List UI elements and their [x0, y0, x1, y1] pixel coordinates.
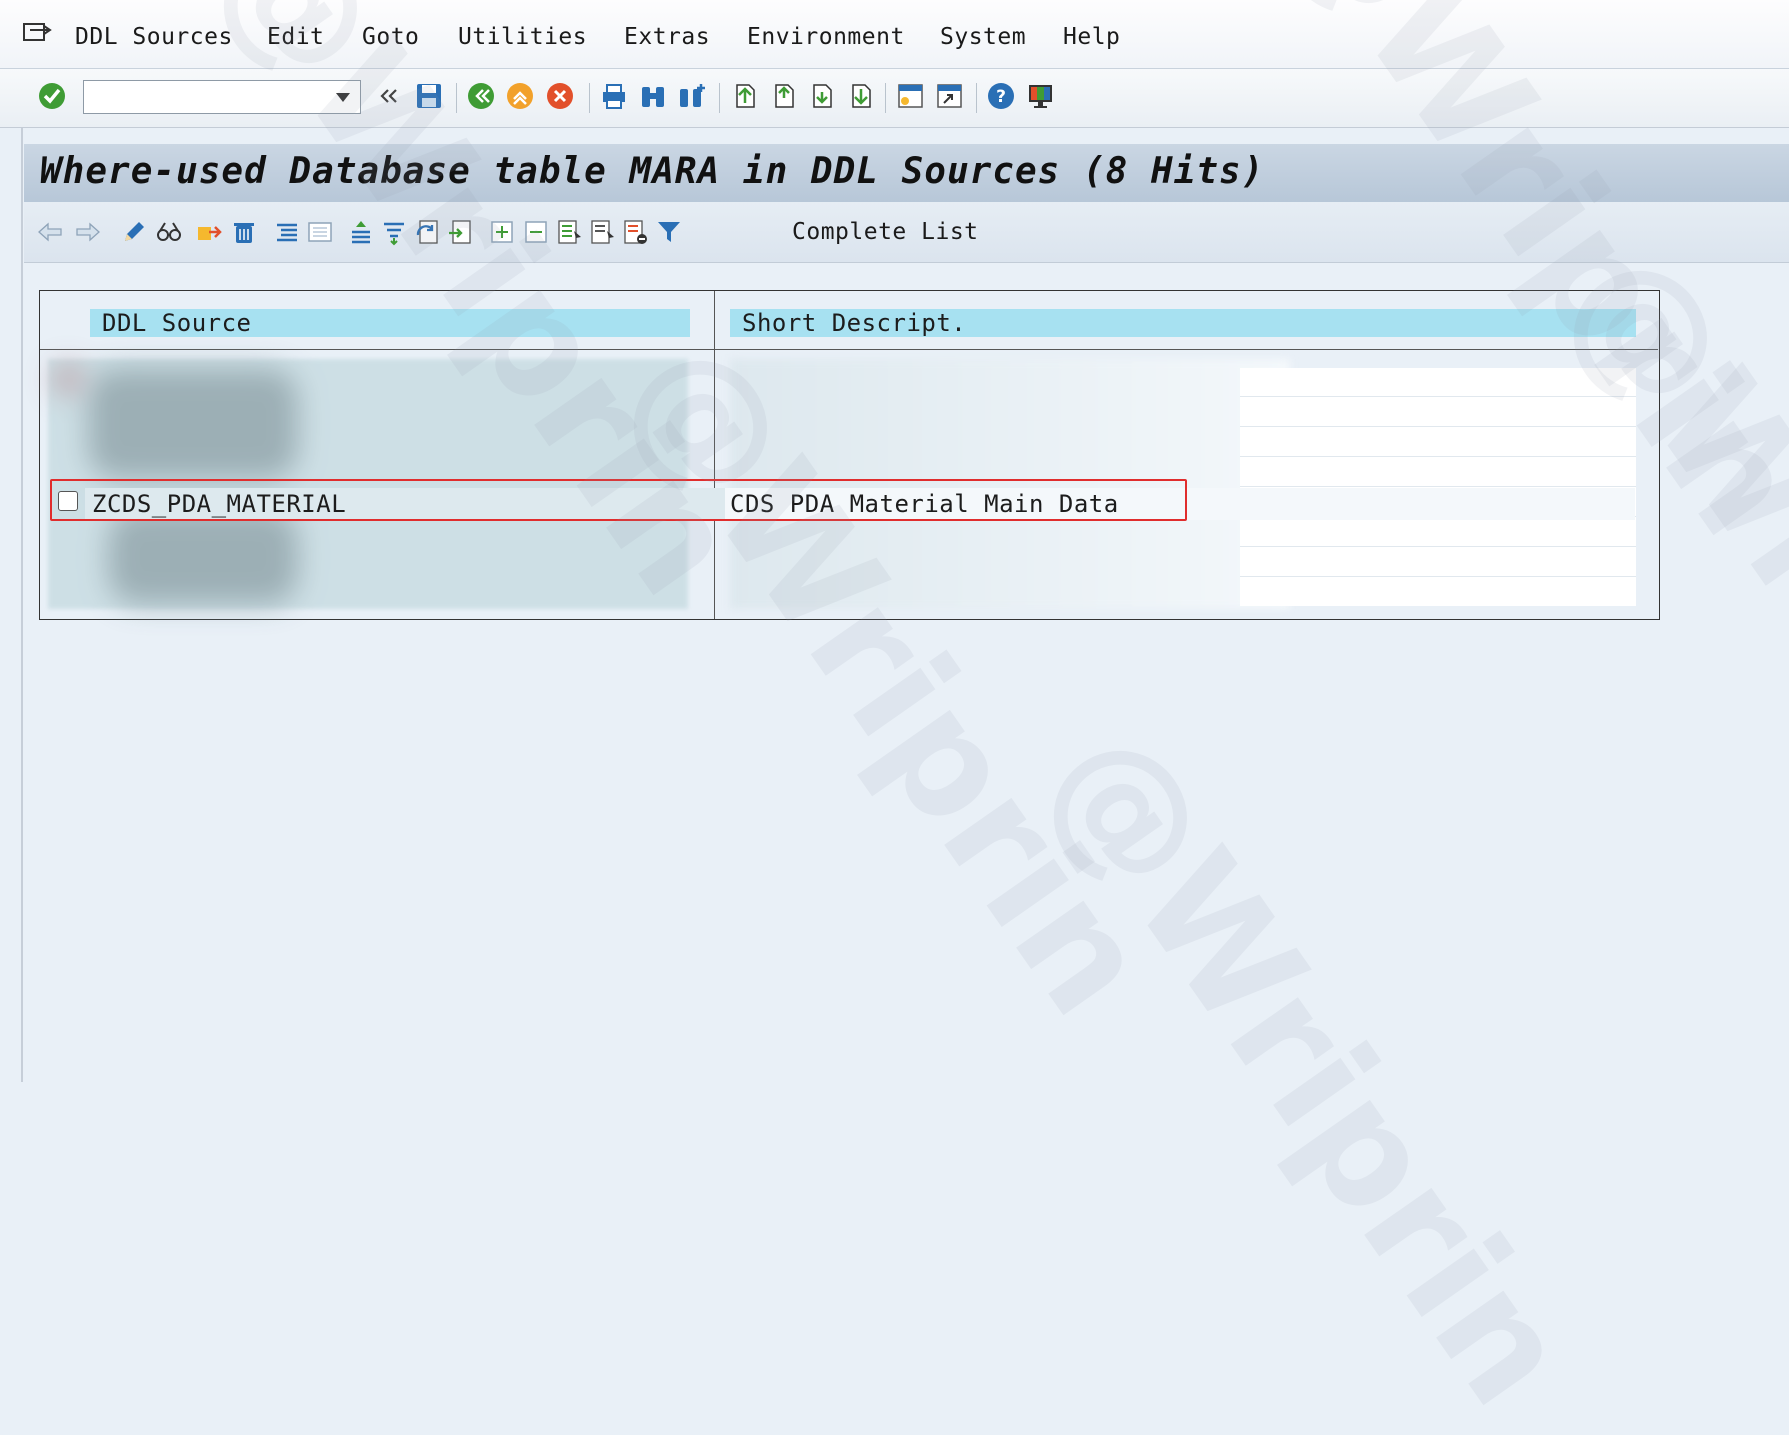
list-indent-icon[interactable]	[272, 217, 302, 247]
last-page-icon[interactable]	[845, 81, 875, 111]
shortcut-icon[interactable]	[934, 81, 964, 111]
arrow-left-icon[interactable]	[36, 217, 66, 247]
back-icon[interactable]	[466, 81, 496, 111]
previous-page-icon[interactable]	[768, 81, 798, 111]
chevron-down-icon[interactable]	[336, 93, 350, 102]
refresh-icon[interactable]	[412, 217, 442, 247]
find-next-icon[interactable]	[677, 81, 707, 111]
exit-icon[interactable]	[505, 81, 535, 111]
filter-list-icon[interactable]	[379, 217, 409, 247]
first-page-icon[interactable]	[729, 81, 759, 111]
page-title: Where-used Database table MARA in DDL So…	[40, 151, 1265, 192]
filter-icon[interactable]	[654, 217, 684, 247]
column-header-short-description[interactable]: Short Descript.	[730, 309, 1636, 337]
next-page-icon[interactable]	[806, 81, 836, 111]
menu-edit[interactable]: Edit	[267, 24, 324, 50]
svg-text:?: ?	[996, 87, 1006, 107]
help-icon[interactable]: ?	[986, 81, 1016, 111]
trash-icon[interactable]	[229, 217, 259, 247]
deselect-all-icon[interactable]	[620, 217, 650, 247]
arrow-right-icon[interactable]	[72, 217, 102, 247]
title-bar: Where-used Database table MARA in DDL So…	[24, 144, 1789, 202]
cancel-icon[interactable]	[545, 81, 575, 111]
complete-list-button[interactable]: Complete List	[792, 219, 979, 245]
watermark: @Wriprin	[1014, 698, 1604, 1435]
grid-empty-area	[1240, 368, 1636, 606]
export-icon[interactable]	[445, 217, 475, 247]
menu-goto[interactable]: Goto	[362, 24, 419, 50]
results-grid: DDL Source Short Descript. ZCDS_PDA_MATE…	[39, 290, 1660, 620]
enter-icon[interactable]	[37, 81, 67, 111]
save-icon[interactable]	[414, 81, 444, 111]
back-double-chevron-icon[interactable]	[376, 81, 406, 111]
menu-help[interactable]: Help	[1063, 24, 1120, 50]
copy-object-icon[interactable]	[194, 217, 224, 247]
column-divider	[714, 291, 715, 619]
left-border	[21, 128, 23, 1082]
command-field-input[interactable]	[88, 84, 322, 112]
print-icon[interactable]	[599, 81, 629, 111]
column-header-ddl-source[interactable]: DDL Source	[90, 309, 690, 337]
collapse-icon[interactable]	[521, 217, 551, 247]
menu-utilities[interactable]: Utilities	[458, 24, 587, 50]
command-field[interactable]	[83, 80, 361, 114]
application-toolbar: Complete List	[24, 202, 1789, 263]
list-detail-icon[interactable]	[305, 217, 335, 247]
menu-icon[interactable]	[22, 22, 52, 46]
select-all-icon[interactable]	[554, 217, 584, 247]
customize-layout-icon[interactable]	[1025, 81, 1055, 111]
find-icon[interactable]	[638, 81, 668, 111]
menu-bar: DDL Sources Edit Goto Utilities Extras E…	[0, 0, 1789, 69]
header-divider	[40, 349, 1658, 350]
highlight-box	[50, 479, 1187, 521]
select-block-icon[interactable]	[587, 217, 617, 247]
display-glasses-icon[interactable]	[154, 217, 184, 247]
menu-environment[interactable]: Environment	[747, 24, 905, 50]
create-session-icon[interactable]	[895, 81, 925, 111]
menu-system[interactable]: System	[940, 24, 1026, 50]
menu-extras[interactable]: Extras	[624, 24, 710, 50]
expand-icon[interactable]	[487, 217, 517, 247]
sort-icon[interactable]	[346, 217, 376, 247]
pencil-icon[interactable]	[119, 217, 149, 247]
standard-toolbar: ?	[0, 69, 1789, 128]
menu-ddl-sources[interactable]: DDL Sources	[75, 24, 233, 50]
